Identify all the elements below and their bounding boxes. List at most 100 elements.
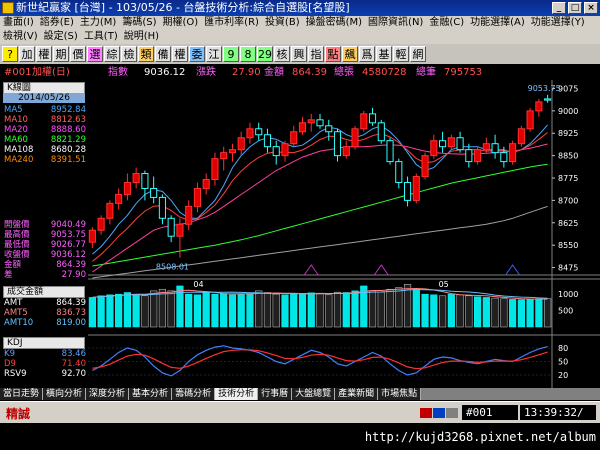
volume-bar (535, 298, 543, 328)
volume-bar (517, 299, 525, 328)
toolbar-button[interactable]: 江 (206, 46, 222, 62)
toolbar-button[interactable]: 興 (291, 46, 307, 62)
volume-bar (430, 294, 438, 328)
toolbar-button[interactable]: 加 (19, 46, 35, 62)
volume-bar (237, 293, 245, 328)
toolbar-button[interactable]: 綜 (104, 46, 120, 62)
candle-body (403, 181, 412, 201)
chart-svg[interactable]: 9075 9000 8925 8850 8775 8700 8625 8550 8475 9053… (0, 80, 600, 388)
menu-item[interactable]: 畫面(I) (0, 16, 37, 30)
toolbar-button[interactable]: 檢 (121, 46, 137, 62)
toolbar-button[interactable]: 備 (155, 46, 171, 62)
volume-bar (447, 293, 455, 328)
toolbar-button[interactable]: 權 (172, 46, 188, 62)
stock-code[interactable]: #001 (4, 66, 31, 80)
technical-chart-area[interactable]: 9075 9000 8925 8850 8775 8700 8625 8550 8475 9053… (0, 80, 600, 398)
k-line (92, 345, 548, 377)
volume-bar (544, 298, 552, 328)
index-label: 指數 (108, 67, 128, 78)
tab-item[interactable]: 技術分析 (215, 388, 259, 400)
menu-item[interactable]: 國際資訊(N) (365, 16, 426, 30)
legend-row: K9 83.46 (4, 349, 86, 359)
volume-bar (298, 293, 307, 328)
legend-key: MA60 (4, 135, 28, 145)
menu-item[interactable]: 主力(M) (77, 16, 119, 30)
minimize-icon[interactable]: _ (552, 2, 566, 14)
tab-item[interactable]: 基本分析 (129, 388, 173, 400)
tab-item[interactable]: 籌碼分析 (172, 388, 216, 400)
quote-info-bar: #001 加權(日) 指數 9036.12 漲跌 27.90 金額 864.39… (0, 66, 600, 80)
toolbar-button[interactable]: 29 (257, 46, 273, 62)
toolbar-button[interactable]: 飆 (342, 46, 358, 62)
toolbar-button[interactable]: 8 (240, 46, 256, 62)
volume-bar (316, 293, 324, 328)
candle-body (342, 146, 350, 157)
volume-panel-header: 成交金額 (3, 286, 85, 298)
watermark-url: http://kujd3268.pixnet.net/album (0, 424, 600, 450)
legend-value: 8391.51 (50, 155, 86, 165)
index-value: 9036.12 (144, 67, 186, 78)
legend-key: K9 (4, 349, 15, 359)
toolbar-button[interactable]: 期 (53, 46, 69, 62)
status-stock-code[interactable]: #001 (462, 405, 518, 420)
swatch-red (420, 408, 432, 418)
menu-item[interactable]: 金融(C) (426, 16, 467, 30)
legend-key: 開盤價 (4, 220, 30, 230)
candle-body (202, 179, 210, 189)
toolbar-button[interactable]: 類 (138, 46, 154, 62)
toolbar-button[interactable]: 基 (376, 46, 392, 62)
close-icon[interactable]: × (584, 2, 598, 14)
price-tick-label: 8475 (558, 264, 578, 273)
menu-item[interactable]: 諮券(E) (37, 16, 77, 30)
menu-item[interactable]: 工具(T) (81, 30, 121, 44)
volume-tick-label: 1000 (558, 290, 578, 299)
toolbar-button[interactable]: 委 (189, 46, 205, 62)
menu-item[interactable]: 檢視(V) (0, 30, 41, 44)
maximize-icon[interactable]: □ (568, 2, 582, 14)
volume-bar (368, 290, 377, 328)
tab-item[interactable]: 大盤總覽 (292, 388, 336, 400)
menu-item[interactable]: 操盤密碼(M) (303, 16, 365, 30)
tab-item[interactable]: 橫向分析 (43, 388, 87, 400)
candle-body (517, 128, 525, 145)
volume-bar (438, 295, 447, 328)
volume-tick-label: 500 (558, 307, 573, 316)
volume-bar (377, 291, 385, 328)
toolbar-button[interactable]: 爲 (359, 46, 375, 62)
toolbar-button[interactable]: 網 (410, 46, 426, 62)
tab-item[interactable]: 深度分析 (86, 388, 130, 400)
legend-value: 27.90 (61, 270, 86, 280)
volume-bar (211, 293, 219, 328)
toolbar-button[interactable]: 核 (274, 46, 290, 62)
volume-bar (193, 294, 202, 328)
menu-item[interactable]: 籌碼(S) (119, 16, 159, 30)
legend-row: MA60 8821.29 (4, 135, 86, 145)
price-panel-bg-dark (88, 80, 552, 275)
menu-item[interactable]: 功能選擇(A) (467, 16, 528, 30)
menu-bar-primary: 畫面(I) 諮券(E) 主力(M) 籌碼(S) 期權(O) 匯市利率(R) 投資(B) 操盤密… (0, 16, 600, 30)
menu-item[interactable]: 功能選擇(Y) (528, 16, 588, 30)
tab-item[interactable]: 當日走勢 (0, 388, 44, 400)
toolbar-button[interactable]: 點 (325, 46, 341, 62)
toolbar-button[interactable]: ? (2, 46, 18, 62)
menu-item[interactable]: 期權(O) (159, 16, 201, 30)
toolbar-button[interactable]: 指 (308, 46, 324, 62)
toolbar-button[interactable]: 選 (87, 46, 103, 62)
toolbar-button[interactable]: 權 (36, 46, 52, 62)
volume-bar (141, 295, 149, 328)
candle-body (482, 143, 490, 151)
candle-body (88, 229, 96, 243)
menu-item[interactable]: 匯市利率(R) (201, 16, 262, 30)
menu-item[interactable]: 投資(B) (262, 16, 303, 30)
tab-item[interactable]: 產業新聞 (335, 388, 379, 400)
menu-item[interactable]: 設定(S) (41, 30, 81, 44)
candle-body (395, 161, 403, 183)
price-tick-label: 9000 (558, 107, 578, 116)
tab-item[interactable]: 行事曆 (258, 388, 293, 400)
menu-item[interactable]: 說明(H) (121, 30, 162, 44)
toolbar-button[interactable]: 輕 (393, 46, 409, 62)
toolbar-button[interactable]: 9 (223, 46, 239, 62)
toolbar-button[interactable]: 價 (70, 46, 86, 62)
tab-item[interactable]: 市場焦點 (378, 388, 422, 400)
legend-row: 差 27.90 (4, 270, 86, 280)
